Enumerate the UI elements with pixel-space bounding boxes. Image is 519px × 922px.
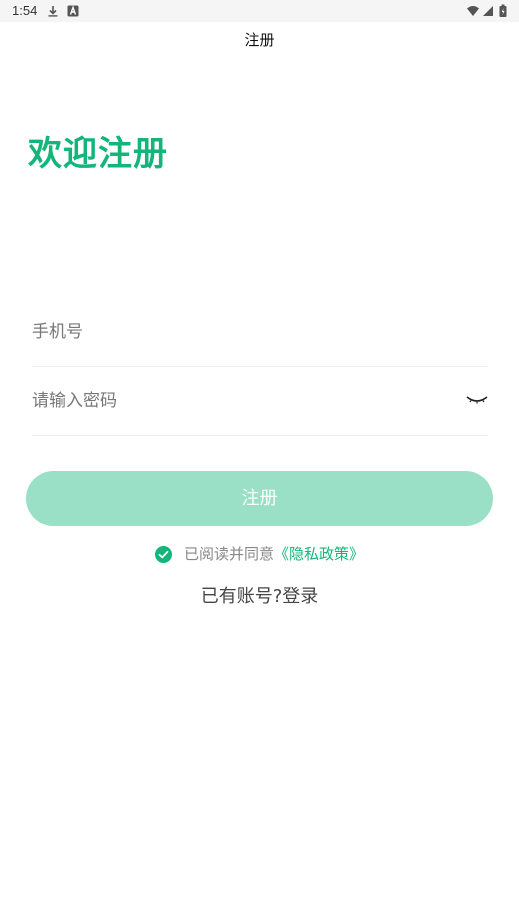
agreement-text: 已阅读并同意 <box>183 545 274 563</box>
register-button[interactable]: 注册 <box>26 471 493 526</box>
page-title: 注册 <box>244 31 275 49</box>
wifi-icon <box>467 6 479 16</box>
password-input[interactable] <box>32 367 452 435</box>
password-field <box>32 367 488 436</box>
status-time: 1:54 <box>12 3 38 18</box>
phone-input[interactable] <box>32 298 452 366</box>
a-badge-icon <box>67 5 79 17</box>
check-icon <box>158 550 169 558</box>
status-bar: 1:54 <box>0 0 519 22</box>
eye-closed-icon[interactable] <box>466 391 488 407</box>
phone-field <box>32 298 488 367</box>
battery-icon <box>499 4 507 17</box>
signal-icon <box>483 6 493 16</box>
welcome-heading: 欢迎注册 <box>28 134 168 174</box>
agreement-row: 已阅读并同意 《隐私政策》 <box>0 543 519 565</box>
agreement-checkbox[interactable] <box>154 545 172 563</box>
privacy-policy-link[interactable]: 《隐私政策》 <box>274 543 364 565</box>
download-icon <box>48 6 58 17</box>
login-link[interactable]: 已有账号?登录 <box>0 582 519 608</box>
